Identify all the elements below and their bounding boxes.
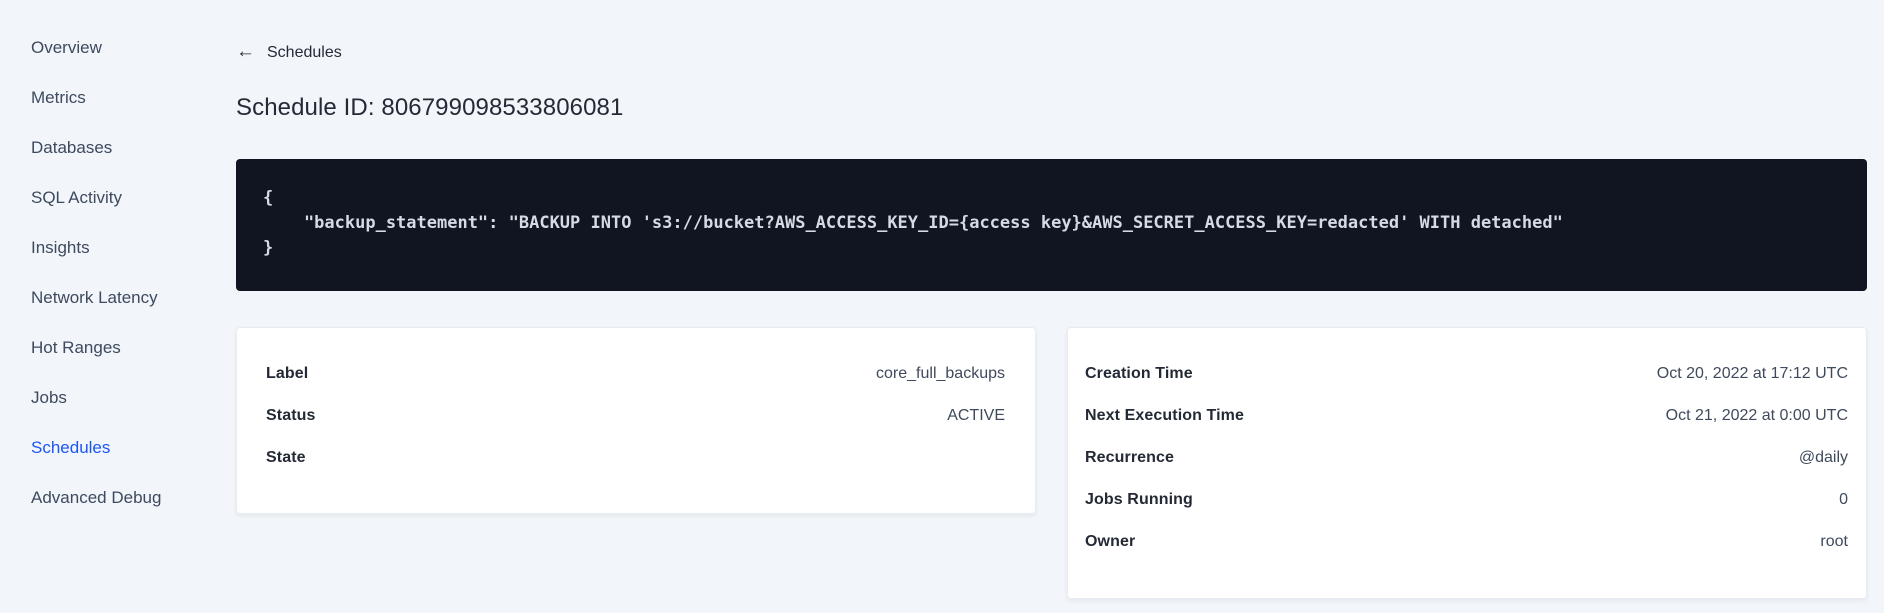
code-line: } [263,238,274,258]
row-value: 0 [1839,491,1848,508]
page-title: Schedule ID: 806799098533806081 [236,94,624,121]
sidebar-item-schedules[interactable]: Schedules [0,423,200,473]
table-row: State [266,437,1005,479]
row-value: ACTIVE [947,407,1005,424]
row-label: Label [266,365,309,382]
row-label: Recurrence [1085,449,1175,466]
table-row: Owner root [1085,521,1848,563]
row-label: Status [266,407,316,424]
back-arrow-icon: ← [236,41,255,62]
row-value: Oct 20, 2022 at 17:12 UTC [1656,365,1848,382]
row-label: State [266,449,306,466]
sidebar-item-network-latency[interactable]: Network Latency [0,273,200,323]
back-to-schedules-link[interactable]: ← Schedules [236,41,342,62]
schedule-details-card: Label core_full_backups Status ACTIVE St… [236,327,1036,514]
row-value: root [1820,533,1848,550]
row-label: Next Execution Time [1085,407,1244,424]
row-value: Oct 21, 2022 at 0:00 UTC [1665,407,1848,424]
sidebar-item-databases[interactable]: Databases [0,123,200,173]
table-row: Next Execution Time Oct 21, 2022 at 0:00… [1085,395,1848,437]
sidebar-item-advanced-debug[interactable]: Advanced Debug [0,473,200,523]
table-row: Jobs Running 0 [1085,479,1848,521]
table-row: Status ACTIVE [266,395,1005,437]
back-link-label: Schedules [267,43,342,61]
detail-cards-row: Label core_full_backups Status ACTIVE St… [236,327,1867,599]
sidebar-nav: Overview Metrics Databases SQL Activity … [0,0,200,613]
code-line: "backup_statement": "BACKUP INTO 's3://b… [263,213,1563,233]
row-label: Jobs Running [1085,491,1193,508]
row-value: @daily [1798,449,1848,466]
backup-statement-code-block: { "backup_statement": "BACKUP INTO 's3:/… [236,159,1867,291]
schedule-timing-card: Creation Time Oct 20, 2022 at 17:12 UTC … [1067,327,1867,599]
sidebar-item-sql-activity[interactable]: SQL Activity [0,173,200,223]
table-row: Creation Time Oct 20, 2022 at 17:12 UTC [1085,353,1848,395]
table-row: Label core_full_backups [266,353,1005,395]
code-line: { [263,188,274,208]
row-label: Owner [1085,533,1136,550]
sidebar-item-insights[interactable]: Insights [0,223,200,273]
row-label: Creation Time [1085,365,1193,382]
row-value: core_full_backups [876,365,1005,382]
main-content: ← Schedules Schedule ID: 806799098533806… [236,0,1867,599]
sidebar-item-overview[interactable]: Overview [0,23,200,73]
sidebar-item-jobs[interactable]: Jobs [0,373,200,423]
sidebar-item-metrics[interactable]: Metrics [0,73,200,123]
sidebar-item-hot-ranges[interactable]: Hot Ranges [0,323,200,373]
table-row: Recurrence @daily [1085,437,1848,479]
